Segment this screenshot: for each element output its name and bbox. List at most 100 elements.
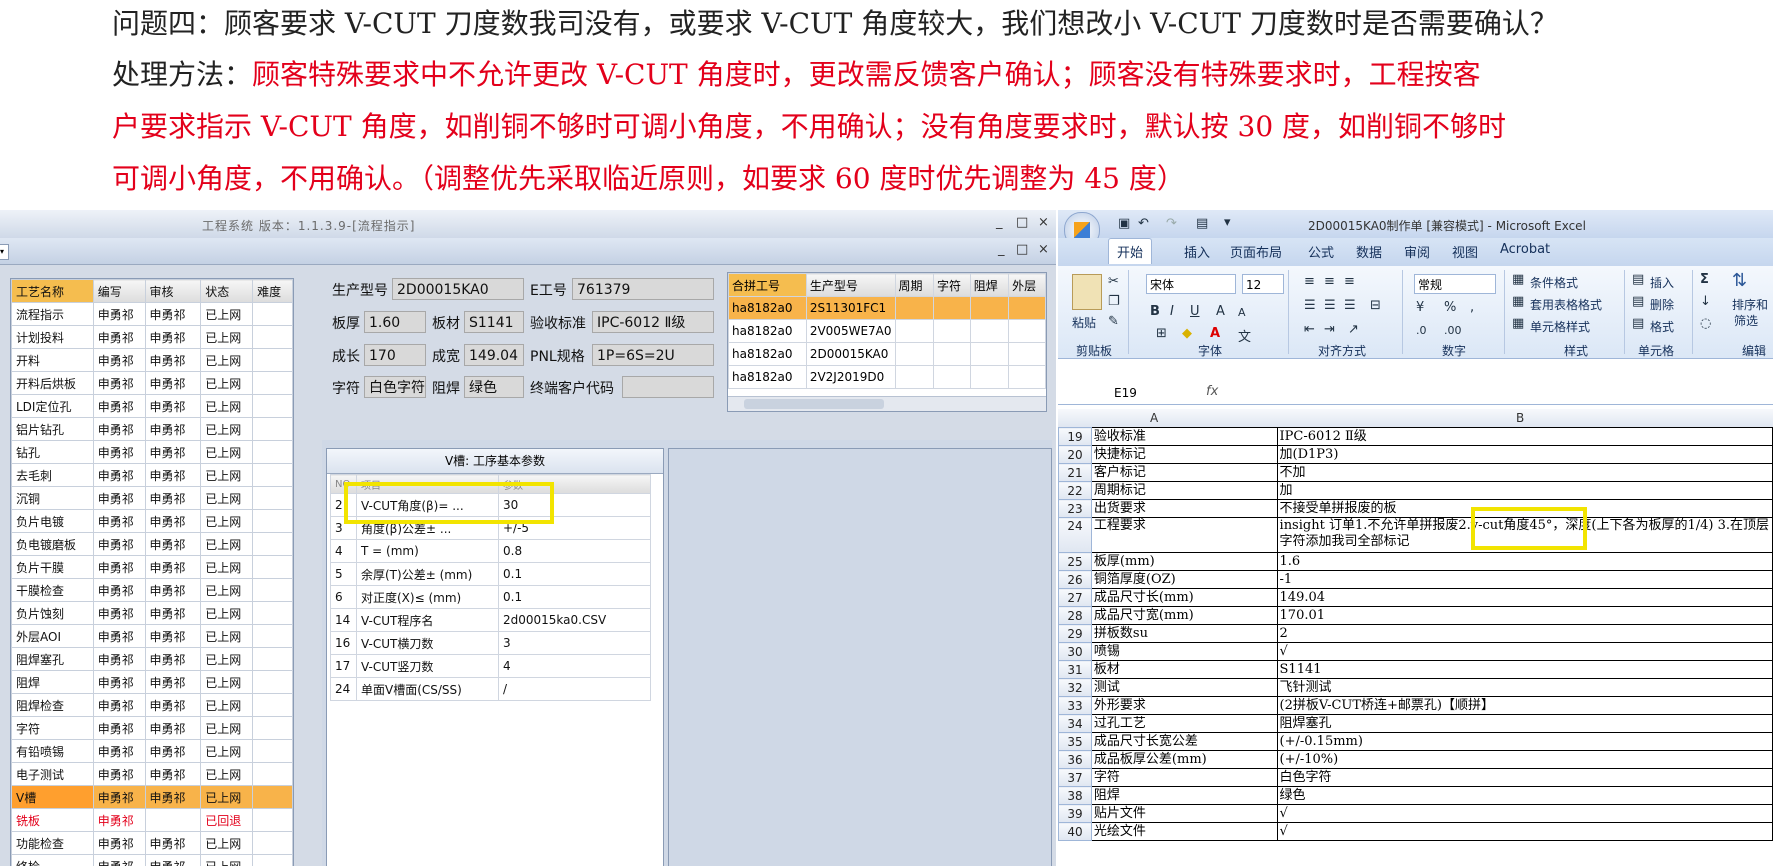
row-number[interactable]: 30 [1058,642,1092,661]
process-row[interactable]: 终检申勇祁申勇祁已上网 [11,854,293,866]
sort-filter-icon[interactable]: ⇅ [1732,270,1747,291]
maximize-button[interactable]: □ [1016,215,1028,230]
vgroove-cell[interactable]: 0.1 [498,562,651,586]
sheet-cell-a[interactable]: 板材 [1090,660,1278,679]
standard-field[interactable]: IPC-6012 Ⅱ级 [592,311,714,333]
thickness-field[interactable]: 1.60 [364,311,426,333]
sheet-cell-a[interactable]: 验收标准 [1090,427,1278,446]
process-row[interactable]: 负片蚀刻 申勇祁 申勇祁 已上网 [11,601,293,625]
decrease-decimal-icon[interactable]: .00 [1444,324,1462,337]
merge-header-cell[interactable]: 生产型号 [805,273,896,297]
sheet-cell-b[interactable]: (+/-0.15mm) [1276,732,1773,751]
sheet-cell-a[interactable]: 工程要求 [1090,517,1278,553]
table-format-button[interactable]: 套用表格格式 [1530,296,1602,313]
row-number[interactable]: 33 [1058,696,1092,715]
process-row[interactable]: 功能检查 申勇祁 申勇祁 已上网 [11,831,293,855]
increase-decimal-icon[interactable]: .0 [1416,324,1427,337]
tab-home[interactable]: 开始 [1108,238,1153,264]
sheet-cell-a[interactable]: 字符 [1090,768,1278,787]
tab-data[interactable]: 数据 [1356,242,1382,261]
vgroove-cell[interactable]: 0.8 [498,539,651,563]
process-row[interactable]: 负片电镀 申勇祁 申勇祁 已上网 [11,509,293,533]
row-number[interactable]: 31 [1058,660,1092,679]
merge-row[interactable]: ha8182a0 2D00015KA0 [728,342,1046,366]
vgroove-cell[interactable]: 2d00015ka0.CSV [498,608,651,632]
align-middle-icon[interactable]: ≡ [1324,274,1335,289]
tab-view[interactable]: 视图 [1452,242,1478,261]
insert-cells-icon[interactable]: ▤ [1632,272,1644,287]
vgroove-row[interactable]: 24 单面V槽面(CS/SS) / [330,677,651,701]
sheet-cell-a[interactable]: 贴片文件 [1090,804,1278,823]
process-row[interactable]: 电子测试 申勇祁 申勇祁 已上网 [11,762,293,786]
process-row[interactable]: 计划投料 申勇祁 申勇祁 已上网 [11,325,293,349]
format-painter-icon[interactable]: ✎ [1108,314,1119,329]
number-format-select[interactable]: 常规 [1414,274,1496,294]
align-left-icon[interactable]: ☰ [1304,298,1316,313]
align-bottom-icon[interactable]: ≡ [1344,274,1355,289]
row-number[interactable]: 20 [1058,445,1092,464]
sheet-cell-b[interactable]: IPC-6012 Ⅱ级 [1276,427,1773,446]
tab-insert[interactable]: 插入 [1184,242,1210,261]
sheet-cell-a[interactable]: 阻焊 [1090,786,1278,805]
row-number[interactable]: 40 [1058,822,1092,841]
row-number[interactable]: 21 [1058,463,1092,482]
child-minimize-button[interactable]: _ [998,242,1005,257]
sheet-cell-b[interactable]: (2拼板V-CUT桥连+邮票孔)【顺拼】 [1276,696,1773,715]
vgroove-row[interactable]: 6 对正度(X)≤ (mm) 0.1 [330,585,651,609]
child-close-button[interactable]: × [1038,242,1049,257]
process-row[interactable]: 负电镀磨板 申勇祁 申勇祁 已上网 [11,532,293,556]
conditional-format-button[interactable]: 条件格式 [1530,274,1578,291]
process-row[interactable]: 铝片钻孔 申勇祁 申勇祁 已上网 [11,417,293,441]
sheet-cell-a[interactable]: 成品板厚公差(mm) [1090,750,1278,769]
row-number[interactable]: 22 [1058,481,1092,500]
tab-page-layout[interactable]: 页面布局 [1230,242,1282,261]
fill-icon[interactable]: ↓ [1700,294,1711,309]
sheet-cell-a[interactable]: 板厚(mm) [1090,552,1278,571]
font-name-select[interactable]: 宋体 [1146,274,1236,294]
sheet-cell-b[interactable]: 绿色 [1276,786,1773,805]
sheet-cell-b[interactable]: 170.01 [1276,606,1773,625]
process-row[interactable]: 流程指示 申勇祁 申勇祁 已上网 [11,302,293,326]
sort-filter-label[interactable]: 排序和 [1732,296,1768,313]
vgroove-row[interactable]: 5 余厚(T)公差± (mm) 0.1 [330,562,651,586]
child-restore-button[interactable]: □ [1016,242,1028,257]
length-field[interactable]: 170 [364,344,426,366]
row-number[interactable]: 27 [1058,588,1092,607]
cell-style-button[interactable]: 单元格样式 [1530,318,1590,335]
model-field[interactable]: 2D00015KA0 [392,278,524,300]
sheet-cell-b[interactable]: √ [1276,804,1773,823]
sheet-cell-a[interactable]: 客户标记 [1090,463,1278,482]
merge-cells-icon[interactable]: ⊟ [1370,298,1381,313]
sheet-cell-b[interactable]: S1141 [1276,660,1773,679]
vgroove-cell[interactable]: 0.1 [498,585,651,609]
sheet-cell-a[interactable]: 快捷标记 [1090,445,1278,464]
paste-icon[interactable] [1072,274,1102,310]
row-number[interactable]: 35 [1058,732,1092,751]
row-number[interactable]: 39 [1058,804,1092,823]
save-icon[interactable]: ▣ [1118,216,1130,231]
row-number[interactable]: 34 [1058,714,1092,733]
grow-font-icon[interactable]: A [1216,304,1225,319]
tab-acrobat[interactable]: Acrobat [1500,242,1550,257]
row-number[interactable]: 28 [1058,606,1092,625]
width-field[interactable]: 149.04 [464,344,524,366]
column-a[interactable]: A [1150,411,1158,425]
merge-header-cell[interactable]: 阻焊 [969,273,1010,297]
undo-icon[interactable]: ↶ [1138,216,1149,231]
sheet-cell-b[interactable]: (+/-10%) [1276,750,1773,769]
sheet-cell-a[interactable]: 周期标记 [1090,481,1278,500]
orientation-icon[interactable]: ↗ [1348,322,1359,337]
process-row[interactable]: LDI定位孔 申勇祁 申勇祁 已上网 [11,394,293,418]
currency-icon[interactable]: ¥ [1416,300,1424,315]
merge-scrollbar[interactable] [728,396,1046,411]
process-row[interactable]: 去毛刺 申勇祁 申勇祁 已上网 [11,463,293,487]
row-number[interactable]: 26 [1058,570,1092,589]
sheet-cell-a[interactable]: 成品尺寸宽(mm) [1090,606,1278,625]
vgroove-cell[interactable]: 3 [498,631,651,655]
sheet-cell-b[interactable]: 加 [1276,481,1773,500]
delete-cells-icon[interactable]: ▤ [1632,294,1644,309]
autosum-icon[interactable]: Σ [1700,272,1709,287]
process-row[interactable]: 有铅喷锡 申勇祁 申勇祁 已上网 [11,739,293,763]
process-row[interactable]: 沉铜 申勇祁 申勇祁 已上网 [11,486,293,510]
vgroove-cell[interactable]: 4 [498,654,651,678]
